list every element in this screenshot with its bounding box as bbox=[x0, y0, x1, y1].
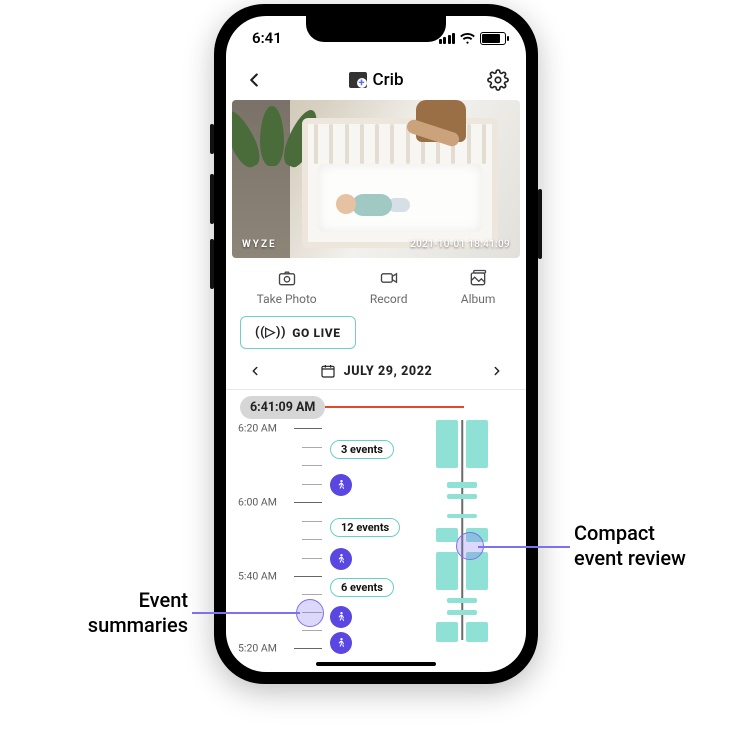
date-prev-button[interactable] bbox=[248, 364, 262, 378]
callout-compact-review: Compact event review bbox=[574, 521, 734, 571]
person-icon[interactable] bbox=[330, 548, 352, 570]
ruler-label: 5:20 AM bbox=[238, 642, 277, 655]
album-button[interactable]: Album bbox=[461, 268, 496, 306]
record-label: Record bbox=[370, 292, 408, 306]
home-indicator[interactable] bbox=[316, 662, 436, 666]
feed-brand: WYZE bbox=[242, 239, 277, 250]
current-time-badge: 6:41:09 AM bbox=[240, 396, 325, 419]
compact-event-column[interactable] bbox=[432, 420, 492, 640]
callout-dot-left bbox=[296, 599, 324, 627]
camera-feed[interactable]: WYZE 2021-10-01 18:41:09 bbox=[232, 100, 520, 258]
person-icon[interactable] bbox=[330, 474, 352, 496]
event-summary-column: 3 events 12 events 6 events bbox=[330, 420, 440, 640]
feed-timestamp: 2021-10-01 18:41:09 bbox=[410, 239, 510, 250]
take-photo-button[interactable]: Take Photo bbox=[257, 268, 317, 306]
callout-event-summaries: Event summaries bbox=[48, 588, 188, 638]
battery-icon bbox=[480, 32, 506, 45]
screen: 6:41 Crib bbox=[226, 16, 526, 672]
status-time: 6:41 bbox=[252, 29, 282, 47]
wifi-icon bbox=[460, 33, 475, 44]
album-icon bbox=[467, 268, 489, 288]
person-icon[interactable] bbox=[330, 632, 352, 654]
event-chip[interactable]: 3 events bbox=[330, 440, 394, 459]
back-button[interactable] bbox=[240, 66, 268, 94]
go-live-label: GO LIVE bbox=[292, 326, 340, 340]
live-icon: ((▷)) bbox=[255, 325, 286, 340]
event-chip[interactable]: 12 events bbox=[330, 518, 400, 537]
settings-button[interactable] bbox=[484, 66, 512, 94]
camera-device-icon bbox=[349, 72, 367, 88]
timeline[interactable]: 6:41:09 AM 6:20 AM6:00 AM5:40 AM5:20 AM … bbox=[226, 390, 526, 640]
person-icon[interactable] bbox=[330, 606, 352, 628]
record-icon bbox=[378, 268, 400, 288]
ruler-label: 5:40 AM bbox=[238, 570, 277, 583]
go-live-button[interactable]: ((▷)) GO LIVE bbox=[240, 316, 356, 349]
ruler-label: 6:00 AM bbox=[238, 496, 277, 509]
date-label: JULY 29, 2022 bbox=[344, 364, 433, 379]
date-picker: JULY 29, 2022 bbox=[226, 357, 526, 389]
record-button[interactable]: Record bbox=[370, 268, 408, 306]
phone-frame: 6:41 Crib bbox=[214, 4, 538, 684]
calendar-icon[interactable] bbox=[320, 363, 336, 379]
date-next-button[interactable] bbox=[490, 364, 504, 378]
notch bbox=[306, 16, 446, 42]
callout-dot-right bbox=[456, 532, 484, 560]
current-time-line bbox=[318, 406, 464, 408]
ruler-label: 6:20 AM bbox=[238, 422, 277, 435]
event-chip[interactable]: 6 events bbox=[330, 578, 394, 597]
camera-icon bbox=[276, 268, 298, 288]
nav-bar: Crib bbox=[226, 60, 526, 100]
album-label: Album bbox=[461, 292, 496, 306]
callout-lead-right bbox=[478, 546, 570, 548]
callout-lead-left bbox=[192, 612, 300, 614]
page-title: Crib bbox=[349, 70, 404, 90]
take-photo-label: Take Photo bbox=[257, 292, 317, 306]
action-row: Take Photo Record Album bbox=[226, 258, 526, 312]
